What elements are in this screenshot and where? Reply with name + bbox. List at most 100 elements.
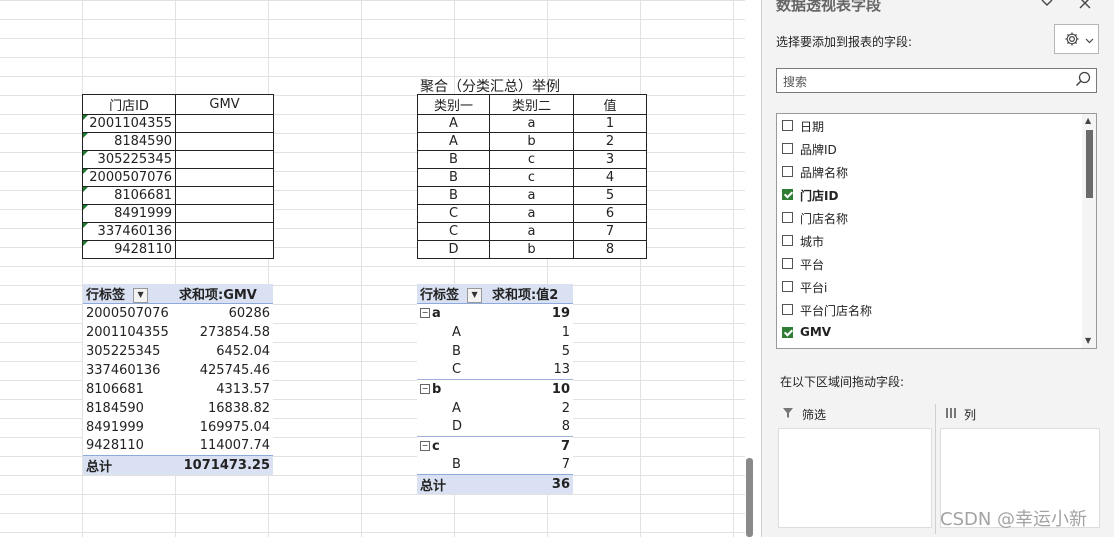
pivot-row-label[interactable]: 8106681 <box>83 380 176 399</box>
table-cell[interactable]: 7 <box>573 222 647 241</box>
table-cell[interactable]: 305225345 <box>82 150 176 169</box>
scroll-down-icon[interactable]: ▼ <box>1085 336 1091 345</box>
table-cell[interactable]: 8 <box>573 240 647 259</box>
table-cell[interactable]: A <box>417 114 490 133</box>
table-cell[interactable]: D <box>417 240 490 259</box>
table-cell[interactable]: 8491999 <box>82 204 176 223</box>
table-cell[interactable]: C <box>417 204 490 223</box>
field-checkbox[interactable] <box>782 304 793 315</box>
grand-total-label[interactable]: 总计 <box>417 474 489 494</box>
pivot-row-label[interactable]: 8184590 <box>83 399 176 418</box>
pivot-item-value[interactable]: 1 <box>489 323 573 342</box>
table-cell[interactable]: B <box>417 168 490 187</box>
pivot-row-label[interactable]: 337460136 <box>83 361 176 380</box>
table-cell[interactable]: a <box>489 186 574 205</box>
collapse-icon[interactable]: − <box>420 384 430 395</box>
group-total[interactable]: 10 <box>489 379 573 399</box>
sheet-vertical-scrollbar[interactable] <box>746 458 753 537</box>
pivot-item-value[interactable]: 7 <box>489 456 573 475</box>
field-list-scrollbar[interactable]: ▲ ▼ <box>1082 114 1096 348</box>
pivot-row-value[interactable]: 273854.58 <box>176 323 273 342</box>
category1-header[interactable]: 类别一 <box>417 94 490 115</box>
group-total[interactable]: 7 <box>489 436 573 456</box>
table-cell[interactable] <box>175 204 274 223</box>
table-cell[interactable] <box>175 186 274 205</box>
field-checkbox[interactable] <box>782 120 793 131</box>
pivot-item-label[interactable]: D <box>417 418 489 437</box>
pivot-row-value[interactable]: 425745.46 <box>176 361 273 380</box>
pivot-example[interactable]: 行标签 ▼ 求和项:值2 − a 19 A1 B5 C 13 − b 10 A2 D8 … <box>417 284 573 494</box>
pivot-item-value[interactable]: 8 <box>489 418 573 437</box>
pivot-item-value[interactable]: 5 <box>489 342 573 361</box>
table-cell[interactable]: C <box>417 222 490 241</box>
spreadsheet-grid[interactable]: 门店ID GMV 2001104355 8184590 305225345 20… <box>0 0 745 537</box>
grand-total-value[interactable]: 1071473.25 <box>176 455 273 475</box>
pivot-row-label[interactable]: 2001104355 <box>83 323 176 342</box>
pivot-item-label[interactable]: A <box>417 399 489 418</box>
chevron-down-icon[interactable] <box>1040 0 1054 14</box>
pivot-row-value[interactable]: 169975.04 <box>176 418 273 437</box>
table-cell[interactable] <box>175 240 274 259</box>
table-cell[interactable]: c <box>489 168 574 187</box>
pivot-row-label[interactable]: 8491999 <box>83 418 176 437</box>
pivot-item-label[interactable]: B <box>417 342 489 361</box>
tools-button[interactable] <box>1054 24 1099 54</box>
table-cell[interactable]: 5 <box>573 186 647 205</box>
pivot-row-label[interactable]: 2000507076 <box>83 304 176 323</box>
table-cell[interactable]: 1 <box>573 114 647 133</box>
gmv-header[interactable]: GMV <box>175 94 274 115</box>
field-checkbox[interactable] <box>782 281 793 292</box>
group-total[interactable]: 19 <box>489 303 573 323</box>
collapse-icon[interactable]: − <box>420 441 430 452</box>
table-cell[interactable]: B <box>417 150 490 169</box>
search-icon[interactable] <box>1074 70 1092 92</box>
group-row-c[interactable]: − c <box>417 436 489 456</box>
pivot-item-value[interactable]: 2 <box>489 399 573 418</box>
field-checkbox[interactable] <box>782 166 793 177</box>
table-cell[interactable]: a <box>489 204 574 223</box>
field-checkbox[interactable] <box>782 212 793 223</box>
filter-dropdown-icon[interactable]: ▼ <box>467 288 483 303</box>
table-cell[interactable] <box>175 150 274 169</box>
table-cell[interactable] <box>175 222 274 241</box>
pivot-row-value[interactable]: 4313.57 <box>176 380 273 399</box>
pivot-row-value[interactable]: 114007.74 <box>176 437 273 456</box>
table-cell[interactable]: 9428110 <box>82 240 176 259</box>
field-checkbox-checked[interactable] <box>782 189 793 200</box>
table-cell[interactable]: 4 <box>573 168 647 187</box>
pivot-row-label[interactable]: 305225345 <box>83 342 176 361</box>
table-cell[interactable] <box>175 168 274 187</box>
table-cell[interactable]: b <box>489 132 574 151</box>
table-cell[interactable]: a <box>489 114 574 133</box>
table-cell[interactable]: 8106681 <box>82 186 176 205</box>
grand-total-value[interactable]: 36 <box>489 474 573 494</box>
sum-gmv-header[interactable]: 求和项:GMV <box>176 284 273 304</box>
pivot-row-label[interactable]: 9428110 <box>83 437 176 456</box>
scrollbar-thumb[interactable] <box>1086 130 1093 198</box>
pivot-store-gmv[interactable]: 行标签 ▼ 求和项:GMV 2000507076 60286 2001104355 2… <box>83 284 273 475</box>
table-cell[interactable]: 2 <box>573 132 647 151</box>
filter-dropdown-icon[interactable]: ▼ <box>133 288 149 303</box>
store-id-header[interactable]: 门店ID <box>82 94 176 115</box>
group-row-b[interactable]: − b <box>417 379 489 399</box>
pivot-row-value[interactable]: 60286 <box>176 304 273 323</box>
table-cell[interactable]: b <box>489 240 574 259</box>
category2-header[interactable]: 类别二 <box>489 94 574 115</box>
table-cell[interactable]: a <box>489 222 574 241</box>
table-cell[interactable] <box>175 114 274 133</box>
field-search-box[interactable]: 搜索 <box>776 68 1097 93</box>
row-label-header[interactable]: 行标签 ▼ <box>83 284 176 304</box>
collapse-icon[interactable]: − <box>420 308 430 319</box>
table-cell[interactable] <box>175 132 274 151</box>
table-cell[interactable]: 2001104355 <box>82 114 176 133</box>
grand-total-label[interactable]: 总计 <box>83 455 176 475</box>
close-icon[interactable] <box>1078 0 1092 14</box>
field-checkbox[interactable] <box>782 235 793 246</box>
row-label-header[interactable]: 行标签 ▼ <box>417 284 489 304</box>
field-checkbox[interactable] <box>782 258 793 269</box>
pivot-item-label[interactable]: C <box>417 361 489 380</box>
scroll-up-icon[interactable]: ▲ <box>1085 116 1091 125</box>
value-header[interactable]: 值 <box>573 94 647 115</box>
table-cell[interactable]: 2000507076 <box>82 168 176 187</box>
pivot-row-value[interactable]: 16838.82 <box>176 399 273 418</box>
